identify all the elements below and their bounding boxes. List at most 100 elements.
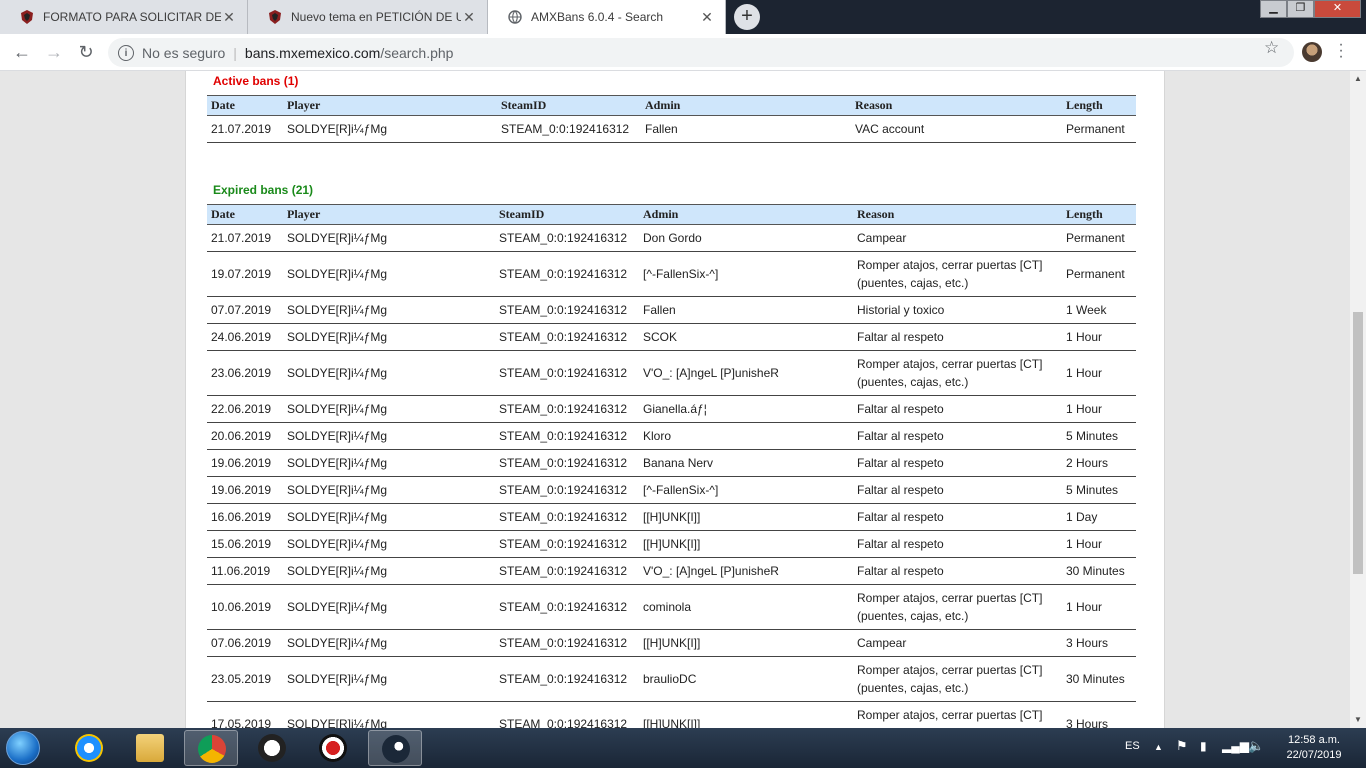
- scroll-up-arrow-icon[interactable]: ▲: [1350, 71, 1366, 87]
- scroll-down-arrow-icon[interactable]: ▼: [1350, 712, 1366, 728]
- active-bans-title: Active bans (1): [213, 74, 299, 88]
- cell-reason: Romper atajos, cerrar puertas [CT] (puen…: [853, 584, 1062, 630]
- cell-admin: [^-FallenSix-^]: [639, 251, 853, 297]
- cell-reason: Faltar al respeto: [853, 395, 1062, 423]
- power-icon[interactable]: ▮: [1200, 739, 1207, 753]
- network-signal-icon[interactable]: ▂▄▆: [1222, 739, 1249, 753]
- cell-admin: Don Gordo: [639, 224, 853, 252]
- table-row[interactable]: 24.06.2019 SOLDYE[R]i¼ƒMg STEAM_0:0:192416…: [207, 323, 1136, 351]
- tab-nuevo-tema[interactable]: Nuevo tema en PETICIÓN DE UN ✕: [248, 0, 488, 34]
- table-row[interactable]: 21.07.2019 SOLDYE[R]i¼ƒMg STEAM_0:0:192416…: [207, 224, 1136, 252]
- cell-player: SOLDYE[R]i¼ƒMg: [283, 296, 495, 324]
- cell-steamid: STEAM_0:0:192416312: [495, 584, 639, 630]
- back-arrow-icon[interactable]: ←: [10, 40, 34, 64]
- address-separator: |: [233, 44, 237, 61]
- cell-date: 07.06.2019: [207, 629, 283, 657]
- taskbar-steam[interactable]: [368, 730, 422, 766]
- table-row[interactable]: 17.05.2019 SOLDYE[R]i¼ƒMg STEAM_0:0:192416…: [207, 701, 1136, 728]
- table-row[interactable]: 23.05.2019 SOLDYE[R]i¼ƒMg STEAM_0:0:192416…: [207, 656, 1136, 702]
- cell-reason: Campear: [853, 224, 1062, 252]
- cell-steamid: STEAM_0:0:192416312: [495, 503, 639, 531]
- content-panel: Active bans (1) Date Player SteamID Admin Re…: [185, 71, 1165, 728]
- taskbar-app-ble[interactable]: [245, 730, 299, 766]
- table-row[interactable]: 10.06.2019 SOLDYE[R]i¼ƒMg STEAM_0:0:192416…: [207, 584, 1136, 630]
- table-row[interactable]: 22.06.2019 SOLDYE[R]i¼ƒMg STEAM_0:0:192416…: [207, 395, 1136, 423]
- column-header-date: Date: [207, 204, 283, 225]
- app-badge-icon: [258, 734, 286, 762]
- taskbar-app-record[interactable]: [306, 730, 360, 766]
- expired-bans-table: Date Player SteamID Admin Reason Length 21.07…: [207, 204, 1136, 728]
- folder-icon: [136, 734, 164, 762]
- table-row[interactable]: 19.06.2019 SOLDYE[R]i¼ƒMg STEAM_0:0:192416…: [207, 449, 1136, 477]
- forward-arrow-icon[interactable]: →: [42, 40, 66, 64]
- cell-length: 1 Hour: [1062, 584, 1136, 630]
- scrollbar-thumb[interactable]: [1353, 312, 1363, 574]
- cell-steamid: STEAM_0:0:192416312: [495, 629, 639, 657]
- cell-date: 20.06.2019: [207, 422, 283, 450]
- maximize-window-button[interactable]: ❐: [1287, 0, 1314, 18]
- table-row[interactable]: 07.06.2019 SOLDYE[R]i¼ƒMg STEAM_0:0:192416…: [207, 629, 1136, 657]
- table-header-row: Date Player SteamID Admin Reason Length: [207, 95, 1136, 116]
- cell-reason: Romper atajos, cerrar puertas [CT] (puen…: [853, 251, 1062, 297]
- shield-favicon-icon: [269, 10, 281, 24]
- tab-amxbans-search[interactable]: AMXBans 6.0.4 - Search ✕: [488, 0, 726, 34]
- cell-length: Permanent: [1062, 224, 1136, 252]
- taskbar-chrome[interactable]: [184, 730, 238, 766]
- close-tab-icon[interactable]: ✕: [221, 9, 237, 26]
- reload-icon[interactable]: ↻: [74, 40, 98, 64]
- info-icon[interactable]: i: [118, 44, 134, 61]
- windows-start-icon[interactable]: [6, 731, 40, 765]
- cell-player: SOLDYE[R]i¼ƒMg: [283, 251, 495, 297]
- cell-date: 23.06.2019: [207, 350, 283, 396]
- cell-reason: Faltar al respeto: [853, 449, 1062, 477]
- volume-icon[interactable]: 🔈: [1248, 738, 1264, 754]
- profile-avatar[interactable]: [1302, 42, 1322, 62]
- cell-length: 1 Hour: [1062, 395, 1136, 423]
- tab-strip: FORMATO PARA SOLICITAR DES ✕ Nuevo tema …: [0, 0, 1366, 34]
- table-row[interactable]: 20.06.2019 SOLDYE[R]i¼ƒMg STEAM_0:0:192416…: [207, 422, 1136, 450]
- bookmark-star-icon[interactable]: ☆: [1264, 38, 1279, 58]
- table-row[interactable]: 16.06.2019 SOLDYE[R]i¼ƒMg STEAM_0:0:192416…: [207, 503, 1136, 531]
- flag-icon[interactable]: ⚑: [1176, 738, 1188, 754]
- cell-player: SOLDYE[R]i¼ƒMg: [283, 350, 495, 396]
- tab-formato[interactable]: FORMATO PARA SOLICITAR DES ✕: [0, 0, 248, 34]
- close-tab-icon[interactable]: ✕: [461, 9, 477, 26]
- expired-bans-title: Expired bans (21): [213, 183, 314, 197]
- cell-length: 5 Minutes: [1062, 422, 1136, 450]
- taskbar-internet-explorer[interactable]: [62, 730, 116, 766]
- cell-player: SOLDYE[R]i¼ƒMg: [283, 323, 495, 351]
- cell-player: SOLDYE[R]i¼ƒMg: [283, 449, 495, 477]
- cell-player: SOLDYE[R]i¼ƒMg: [283, 557, 495, 585]
- table-row[interactable]: 19.06.2019 SOLDYE[R]i¼ƒMg STEAM_0:0:192416…: [207, 476, 1136, 504]
- cell-admin: Fallen: [641, 115, 851, 143]
- new-tab-button[interactable]: +: [734, 4, 760, 30]
- address-bar[interactable]: i No es seguro | bans.mxemexico.com/sear…: [108, 38, 1294, 67]
- page-scrollbar[interactable]: ▲ ▼: [1350, 71, 1366, 728]
- cell-steamid: STEAM_0:0:192416312: [495, 395, 639, 423]
- table-row[interactable]: 23.06.2019 SOLDYE[R]i¼ƒMg STEAM_0:0:192416…: [207, 350, 1136, 396]
- table-row[interactable]: 07.07.2019 SOLDYE[R]i¼ƒMg STEAM_0:0:192416…: [207, 296, 1136, 324]
- cell-admin: Fallen: [639, 296, 853, 324]
- clock-time: 12:58 a.m.: [1288, 734, 1340, 746]
- table-header-row: Date Player SteamID Admin Reason Length: [207, 204, 1136, 225]
- table-row[interactable]: 21.07.2019 SOLDYE[R]i¼ƒMg STEAM_0:0:192416…: [207, 115, 1136, 143]
- language-indicator[interactable]: ES: [1125, 740, 1140, 752]
- taskbar-file-explorer[interactable]: [123, 730, 177, 766]
- cell-length: 1 Hour: [1062, 350, 1136, 396]
- cell-steamid: STEAM_0:0:192416312: [495, 530, 639, 558]
- show-hidden-icons-icon[interactable]: ▲: [1154, 742, 1163, 752]
- minimize-window-button[interactable]: ▁: [1260, 0, 1287, 18]
- cell-steamid: STEAM_0:0:192416312: [495, 422, 639, 450]
- kebab-menu-icon[interactable]: · · ·: [1336, 37, 1346, 65]
- table-row[interactable]: 19.07.2019 SOLDYE[R]i¼ƒMg STEAM_0:0:192416…: [207, 251, 1136, 297]
- cell-player: SOLDYE[R]i¼ƒMg: [283, 422, 495, 450]
- cell-date: 24.06.2019: [207, 323, 283, 351]
- cell-player: SOLDYE[R]i¼ƒMg: [283, 656, 495, 702]
- close-window-button[interactable]: ✕: [1314, 0, 1361, 18]
- table-row[interactable]: 15.06.2019 SOLDYE[R]i¼ƒMg STEAM_0:0:192416…: [207, 530, 1136, 558]
- cell-admin: SCOK: [639, 323, 853, 351]
- cell-date: 22.06.2019: [207, 395, 283, 423]
- close-tab-icon[interactable]: ✕: [699, 9, 715, 26]
- system-clock[interactable]: 12:58 a.m. 22/07/2019: [1276, 733, 1352, 763]
- table-row[interactable]: 11.06.2019 SOLDYE[R]i¼ƒMg STEAM_0:0:192416…: [207, 557, 1136, 585]
